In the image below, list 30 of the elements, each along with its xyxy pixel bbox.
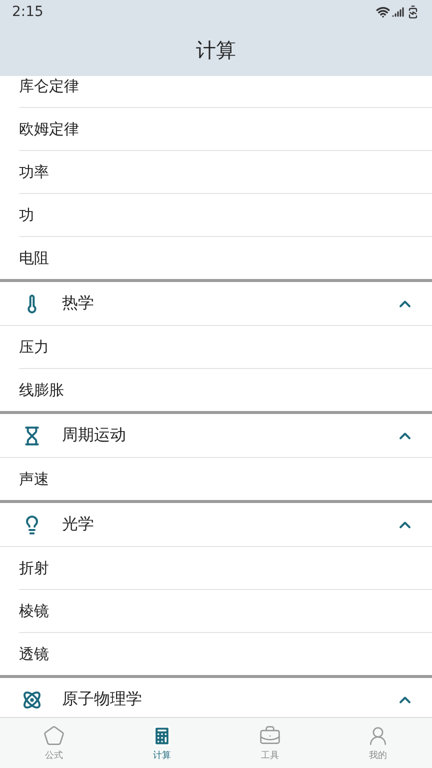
section-title: 光学: [62, 514, 95, 535]
status-time: 2:15: [12, 4, 44, 20]
list-item[interactable]: 库仑定律: [19, 76, 432, 108]
section-header[interactable]: 热学: [0, 282, 432, 326]
list-item[interactable]: 透镜: [19, 633, 432, 675]
list-item[interactable]: 功: [19, 194, 432, 237]
hourglass-icon: [22, 426, 42, 446]
page-title: 计算: [196, 36, 236, 64]
list-item[interactable]: 功率: [19, 151, 432, 194]
pentagon-icon: [43, 724, 65, 746]
section-title: 原子物理学: [62, 689, 143, 710]
person-icon: [367, 724, 389, 746]
calculator-icon: [151, 724, 173, 746]
toolbox-icon: [259, 724, 281, 746]
section-header[interactable]: 周期运动: [0, 414, 432, 458]
battery-icon: [406, 5, 420, 19]
section-header[interactable]: 光学: [0, 503, 432, 547]
list-item[interactable]: 欧姆定律: [19, 108, 432, 151]
list-item[interactable]: 电阻: [19, 237, 432, 279]
wifi-icon: [376, 5, 390, 19]
list-item[interactable]: 线膨胀: [19, 369, 432, 411]
nav-tab[interactable]: 计算: [108, 718, 216, 768]
signal-icon: [392, 6, 404, 18]
list-item[interactable]: 压力: [19, 326, 432, 369]
list-item[interactable]: 声速: [19, 458, 432, 500]
section-title: 热学: [62, 293, 95, 314]
atom-icon: [22, 690, 42, 710]
list-item[interactable]: 折射: [19, 547, 432, 590]
list-item[interactable]: 棱镜: [19, 590, 432, 633]
section-title: 周期运动: [62, 425, 127, 446]
